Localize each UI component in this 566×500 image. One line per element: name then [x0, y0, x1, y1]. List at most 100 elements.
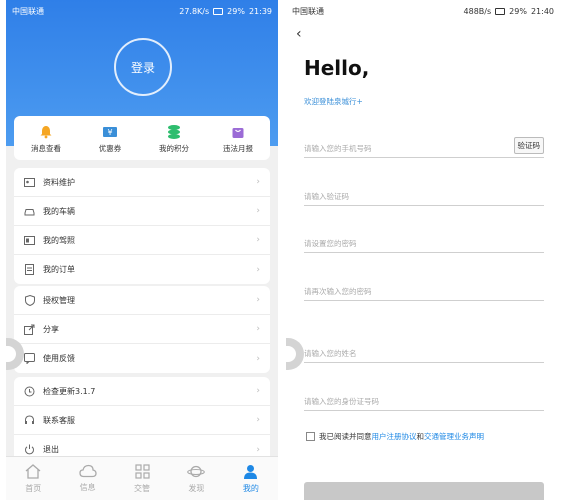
code-input[interactable]	[304, 192, 544, 201]
menu-group-app: 检查更新3.1.7 › 联系客服 › 退出 ›	[14, 377, 270, 464]
tab-label: 我的	[242, 483, 259, 493]
phone-input[interactable]	[304, 144, 544, 153]
car-icon	[24, 206, 35, 217]
chevron-right-icon: ›	[256, 177, 260, 187]
network-speed: 27.8K/s	[179, 6, 210, 16]
bag-icon	[229, 124, 247, 140]
login-button[interactable]: 登录	[114, 38, 172, 96]
menu-item-customer-service[interactable]: 联系客服 ›	[14, 406, 270, 435]
tab-home[interactable]: 首页	[6, 457, 60, 500]
network-speed: 488B/s	[463, 6, 492, 16]
battery-level: 29%	[227, 6, 245, 16]
menu-item-check-update[interactable]: 检查更新3.1.7 ›	[14, 377, 270, 406]
name-field	[304, 341, 544, 363]
clock: 21:40	[530, 6, 554, 16]
menu-item-label: 资料维护	[43, 177, 75, 187]
menu-group-account: 资料维护 › 我的车辆 › 我的驾照 › 我的订单 ›	[14, 168, 270, 284]
menu-item-label: 我的订单	[43, 265, 75, 274]
chevron-right-icon: ›	[256, 415, 260, 425]
password-confirm-field	[304, 279, 544, 301]
cloud-icon	[78, 464, 97, 480]
password-field	[304, 231, 544, 253]
home-icon	[25, 463, 41, 481]
chevron-right-icon: ›	[256, 353, 260, 364]
menu-item-share[interactable]: 分享 ›	[14, 315, 270, 344]
register-button[interactable]	[304, 482, 544, 500]
menu-item-profile[interactable]: 资料维护 ›	[14, 168, 270, 197]
quick-action-violations[interactable]: 违法月报	[210, 124, 266, 154]
menu-item-vehicles[interactable]: 我的车辆 ›	[14, 197, 270, 226]
agreement-prefix: 我已阅读并同意	[319, 432, 372, 441]
chevron-right-icon: ›	[256, 264, 260, 275]
status-bar: 中国联通 27.8K/s 29% 21:39	[6, 0, 278, 22]
update-icon	[24, 386, 35, 397]
tab-label: 交管	[134, 483, 151, 493]
tab-discover[interactable]: 发现	[169, 457, 223, 500]
carrier-label: 中国联通	[12, 6, 44, 16]
order-icon	[24, 264, 35, 275]
profile-card-icon	[24, 177, 35, 188]
menu-item-label: 分享	[43, 324, 59, 334]
phone-field: 验证码	[304, 136, 544, 158]
name-input[interactable]	[304, 349, 544, 358]
back-arrow-icon[interactable]: ‹	[296, 26, 302, 42]
quick-action-label: 优惠券	[98, 144, 122, 153]
welcome-text: 欢迎登陆泉城行+	[304, 97, 363, 106]
svg-text:¥: ¥	[107, 128, 112, 137]
register-screen: 中国联通 488B/s 29% 21:40 ‹ Hello, 欢迎登陆泉城行+ …	[286, 0, 560, 500]
menu-item-label: 授权管理	[43, 295, 75, 305]
quick-action-messages[interactable]: 消息查看	[18, 124, 74, 154]
quick-action-coupons[interactable]: ¥ 优惠券	[82, 124, 138, 154]
menu-item-authorization[interactable]: 授权管理 ›	[14, 286, 270, 315]
tab-label: 信息	[79, 483, 96, 492]
agreement-checkbox[interactable]	[306, 432, 315, 441]
menu-item-label: 退出	[43, 445, 59, 454]
person-icon	[243, 464, 258, 481]
idcard-field	[304, 389, 544, 411]
clock: 21:39	[248, 6, 272, 16]
grid-icon	[134, 463, 150, 481]
page-title: Hello,	[304, 56, 370, 80]
tab-info[interactable]: 信息	[60, 457, 114, 500]
quick-action-label: 违法月报	[223, 144, 253, 153]
headset-icon	[24, 414, 35, 426]
quick-action-label: 我的积分	[159, 144, 189, 153]
get-code-button[interactable]: 验证码	[513, 137, 544, 154]
feedback-icon	[24, 353, 35, 364]
agreement-and: 和	[416, 432, 425, 441]
password-input[interactable]	[304, 239, 544, 248]
menu-item-orders[interactable]: 我的订单 ›	[14, 255, 270, 284]
planet-icon	[187, 464, 206, 481]
profile-screen: 中国联通 27.8K/s 29% 21:39 登录 消息查看 ¥ 优惠券 我的积…	[6, 0, 278, 500]
battery-level: 29%	[509, 6, 527, 16]
chevron-right-icon: ›	[256, 324, 260, 334]
user-agreement-link[interactable]: 用户注册协议	[372, 431, 417, 442]
menu-item-label: 检查更新3.1.7	[43, 386, 96, 396]
idcard-input[interactable]	[304, 397, 544, 406]
chevron-right-icon: ›	[256, 206, 260, 216]
shield-icon	[24, 294, 35, 306]
share-icon	[24, 324, 35, 335]
power-icon	[24, 444, 35, 455]
tab-mine[interactable]: 我的	[224, 457, 278, 500]
bell-icon	[37, 124, 55, 140]
code-field	[304, 184, 544, 206]
tab-traffic[interactable]: 交管	[115, 457, 169, 500]
password-confirm-input[interactable]	[304, 287, 544, 296]
tab-label: 发现	[188, 483, 205, 493]
chevron-right-icon: ›	[256, 235, 260, 245]
chevron-right-icon: ›	[256, 386, 260, 396]
agreement-row: 我已阅读并同意 用户注册协议 和 交通管理业务声明	[306, 431, 484, 442]
chevron-right-icon: ›	[256, 444, 260, 455]
quick-action-points[interactable]: 我的积分	[146, 124, 202, 154]
signal-icon	[495, 7, 506, 15]
menu-group-settings: 授权管理 › 分享 › 使用反馈 ›	[14, 286, 270, 373]
chevron-right-icon: ›	[256, 295, 260, 305]
menu-item-license[interactable]: 我的驾照 ›	[14, 226, 270, 255]
traffic-statement-link[interactable]: 交通管理业务声明	[424, 431, 484, 442]
signal-icon	[213, 7, 224, 15]
menu-item-feedback[interactable]: 使用反馈 ›	[14, 344, 270, 373]
carrier-label: 中国联通	[292, 6, 324, 16]
status-bar: 中国联通 488B/s 29% 21:40	[286, 0, 560, 22]
floating-handle[interactable]	[286, 338, 304, 370]
